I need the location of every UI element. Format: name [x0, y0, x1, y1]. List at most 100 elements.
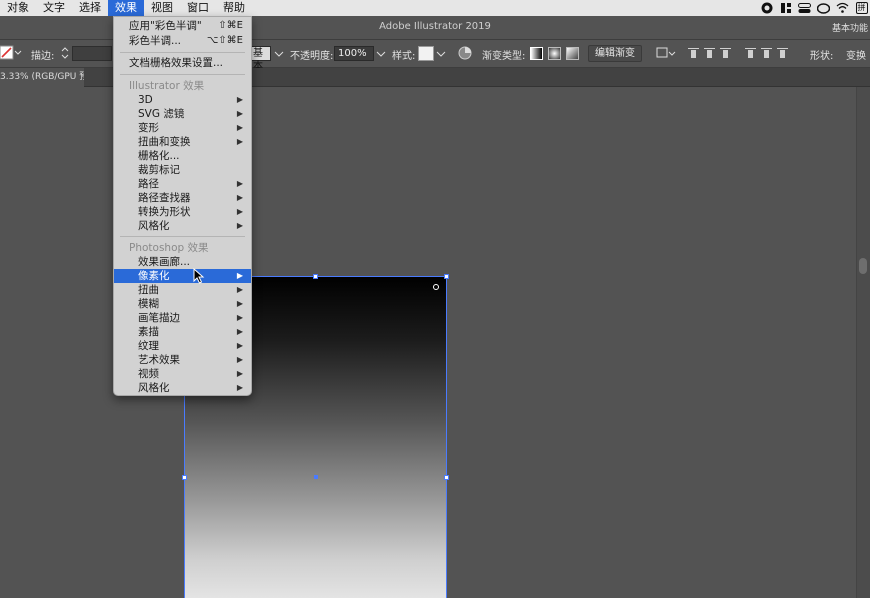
input-method-icon[interactable]: 拼	[855, 2, 868, 14]
menu-type[interactable]: 文字	[36, 0, 72, 16]
menu-item-warp[interactable]: 变形 ▶	[114, 121, 251, 135]
menu-view[interactable]: 视图	[144, 0, 180, 16]
scrollbar-thumb[interactable]	[859, 258, 867, 274]
menu-item-3d[interactable]: 3D ▶	[114, 93, 251, 107]
menu-select[interactable]: 选择	[72, 0, 108, 16]
selection-handle-middle-right[interactable]	[444, 475, 449, 480]
menu-item-shortcut: ⇧⌘E	[218, 20, 243, 31]
menu-item-label: 纹理	[138, 340, 159, 352]
transform-button[interactable]: 变换	[846, 47, 866, 62]
linear-gradient-button[interactable]	[530, 47, 543, 60]
menu-item-crop-marks[interactable]: 裁剪标记	[114, 163, 251, 177]
menu-item-texture[interactable]: 纹理 ▶	[114, 339, 251, 353]
submenu-arrow-icon: ▶	[236, 271, 243, 280]
submenu-arrow-icon: ▶	[236, 123, 243, 132]
menu-item-apply-last-effect[interactable]: 应用"彩色半调" ⇧⌘E	[114, 19, 251, 33]
vertical-scrollbar[interactable]	[856, 87, 870, 598]
align-top-icon[interactable]	[745, 48, 756, 59]
app-tray-icon[interactable]	[779, 2, 792, 14]
menu-item-label: 栅格化...	[138, 150, 180, 162]
menu-item-label: 彩色半调...	[129, 35, 182, 47]
submenu-arrow-icon: ▶	[236, 137, 243, 146]
align-right-icon[interactable]	[720, 48, 731, 59]
menu-section-illustrator-effects: Illustrator 效果	[114, 79, 251, 93]
freeform-gradient-button[interactable]	[566, 47, 579, 60]
wifi-icon[interactable]	[836, 2, 849, 14]
submenu-arrow-icon: ▶	[236, 299, 243, 308]
record-icon[interactable]	[760, 2, 773, 14]
menu-bar-tray: 拼	[760, 0, 868, 16]
graphic-style-swatch[interactable]	[418, 46, 434, 61]
creative-cloud-icon[interactable]	[817, 2, 830, 14]
document-tab[interactable]: 3.33% (RGB/GPU 预览)	[0, 68, 84, 87]
menu-help[interactable]: 帮助	[216, 0, 252, 16]
menu-item-label: 路径	[138, 178, 159, 190]
menu-item-effect-gallery[interactable]: 效果画廊...	[114, 255, 251, 269]
menu-item-label: 转换为形状	[138, 206, 191, 218]
align-vcenter-icon[interactable]	[761, 48, 772, 59]
submenu-arrow-icon: ▶	[236, 285, 243, 294]
align-left-icon[interactable]	[688, 48, 699, 59]
recolor-icon[interactable]	[458, 46, 472, 63]
menu-section-label: Photoshop 效果	[129, 242, 209, 254]
style-preset-dropdown-icon[interactable]	[274, 45, 284, 64]
menu-item-blur[interactable]: 模糊 ▶	[114, 297, 251, 311]
stroke-color-icon[interactable]	[0, 45, 22, 64]
artboard-options-icon[interactable]	[656, 45, 676, 64]
menu-separator	[120, 52, 245, 53]
style-label: 样式:	[392, 51, 416, 62]
menu-item-distort-transform[interactable]: 扭曲和变换 ▶	[114, 135, 251, 149]
menu-item-convert-to-shape[interactable]: 转换为形状 ▶	[114, 205, 251, 219]
menu-item-label: 3D	[138, 94, 153, 106]
menu-object[interactable]: 对象	[0, 0, 36, 16]
submenu-arrow-icon: ▶	[236, 95, 243, 104]
selection-handle-middle-left[interactable]	[182, 475, 187, 480]
menu-section-label: Illustrator 效果	[129, 80, 205, 92]
menu-item-label: 风格化	[138, 220, 170, 232]
submenu-arrow-icon: ▶	[236, 327, 243, 336]
toggle-icon[interactable]	[798, 2, 811, 14]
menu-item-sketch[interactable]: 素描 ▶	[114, 325, 251, 339]
menu-item-brush-strokes[interactable]: 画笔描边 ▶	[114, 311, 251, 325]
menu-item-label: 扭曲	[138, 284, 159, 296]
align-bottom-icon[interactable]	[777, 48, 788, 59]
menu-item-last-effect[interactable]: 彩色半调... ⌥⇧⌘E	[114, 34, 251, 48]
menu-item-document-raster-settings[interactable]: 文档栅格效果设置...	[114, 56, 251, 70]
workspace-switcher[interactable]: 基本功能	[832, 21, 868, 34]
selection-handle-top-right[interactable]	[444, 274, 449, 279]
menu-item-rasterize[interactable]: 栅格化...	[114, 149, 251, 163]
opacity-dropdown-icon[interactable]	[376, 45, 386, 64]
menu-window[interactable]: 窗口	[180, 0, 216, 16]
input-method-glyph: 拼	[855, 2, 868, 14]
menu-item-label: 模糊	[138, 298, 159, 310]
stroke-weight-field[interactable]	[72, 46, 112, 61]
menu-item-stylize-photoshop[interactable]: 风格化 ▶	[114, 381, 251, 395]
menu-item-label: 素描	[138, 326, 159, 338]
stroke-stepper[interactable]	[60, 45, 70, 64]
mouse-cursor-icon	[193, 268, 205, 284]
menu-item-stylize-illustrator[interactable]: 风格化 ▶	[114, 219, 251, 233]
stroke-label: 描边:	[31, 51, 55, 62]
menu-item-pathfinder[interactable]: 路径查找器 ▶	[114, 191, 251, 205]
align-hcenter-icon[interactable]	[704, 48, 715, 59]
menu-item-path[interactable]: 路径 ▶	[114, 177, 251, 191]
menu-item-distort[interactable]: 扭曲 ▶	[114, 283, 251, 297]
menu-item-label: 视频	[138, 368, 159, 380]
selection-handle-top-center[interactable]	[313, 274, 318, 279]
menu-item-label: 裁剪标记	[138, 164, 180, 176]
menu-item-svg-filters[interactable]: SVG 滤镜 ▶	[114, 107, 251, 121]
live-corner-widget[interactable]	[433, 284, 439, 290]
menu-item-label: 应用"彩色半调"	[129, 20, 202, 32]
opacity-input[interactable]: 100%	[334, 46, 374, 61]
graphic-style-dropdown-icon[interactable]	[436, 45, 446, 64]
radial-gradient-button[interactable]	[548, 47, 561, 60]
menu-effect[interactable]: 效果	[108, 0, 144, 16]
menu-item-label: 艺术效果	[138, 354, 180, 366]
menu-item-label: 变形	[138, 122, 159, 134]
menu-item-video[interactable]: 视频 ▶	[114, 367, 251, 381]
submenu-arrow-icon: ▶	[236, 179, 243, 188]
style-preset-field[interactable]: 基本	[249, 46, 271, 72]
menu-item-pixelate[interactable]: 像素化 ▶	[114, 269, 251, 283]
edit-gradient-button[interactable]: 编辑渐变	[588, 45, 642, 62]
menu-item-artistic[interactable]: 艺术效果 ▶	[114, 353, 251, 367]
